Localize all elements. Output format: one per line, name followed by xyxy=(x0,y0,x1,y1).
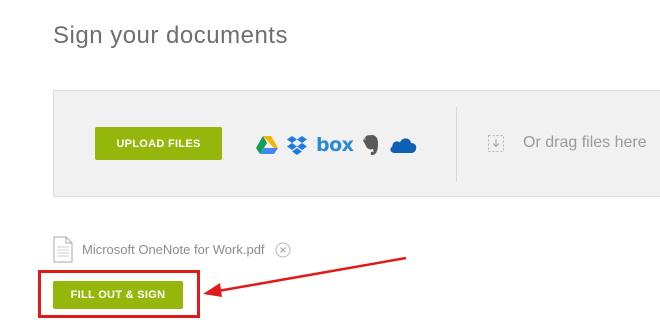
dropbox-icon[interactable] xyxy=(286,135,308,156)
page: Sign your documents UPLOAD FILES box Or … xyxy=(0,0,660,327)
drag-files-text: Or drag files here xyxy=(523,134,647,151)
annotation-arrow-icon xyxy=(203,256,407,297)
upload-panel: UPLOAD FILES box Or drag files here xyxy=(53,90,660,197)
panel-divider xyxy=(456,107,457,182)
google-drive-icon[interactable] xyxy=(256,135,278,155)
upload-files-button[interactable]: UPLOAD FILES xyxy=(95,127,222,160)
onedrive-icon[interactable] xyxy=(388,136,418,154)
box-icon[interactable]: box xyxy=(316,134,354,156)
evernote-icon[interactable] xyxy=(362,134,380,156)
page-title: Sign your documents xyxy=(53,22,288,49)
drop-zone[interactable]: Or drag files here xyxy=(488,134,647,152)
document-icon xyxy=(53,236,73,263)
cloud-sources: box xyxy=(256,131,426,159)
download-icon xyxy=(488,134,504,152)
annotation-highlight-box xyxy=(38,270,200,318)
